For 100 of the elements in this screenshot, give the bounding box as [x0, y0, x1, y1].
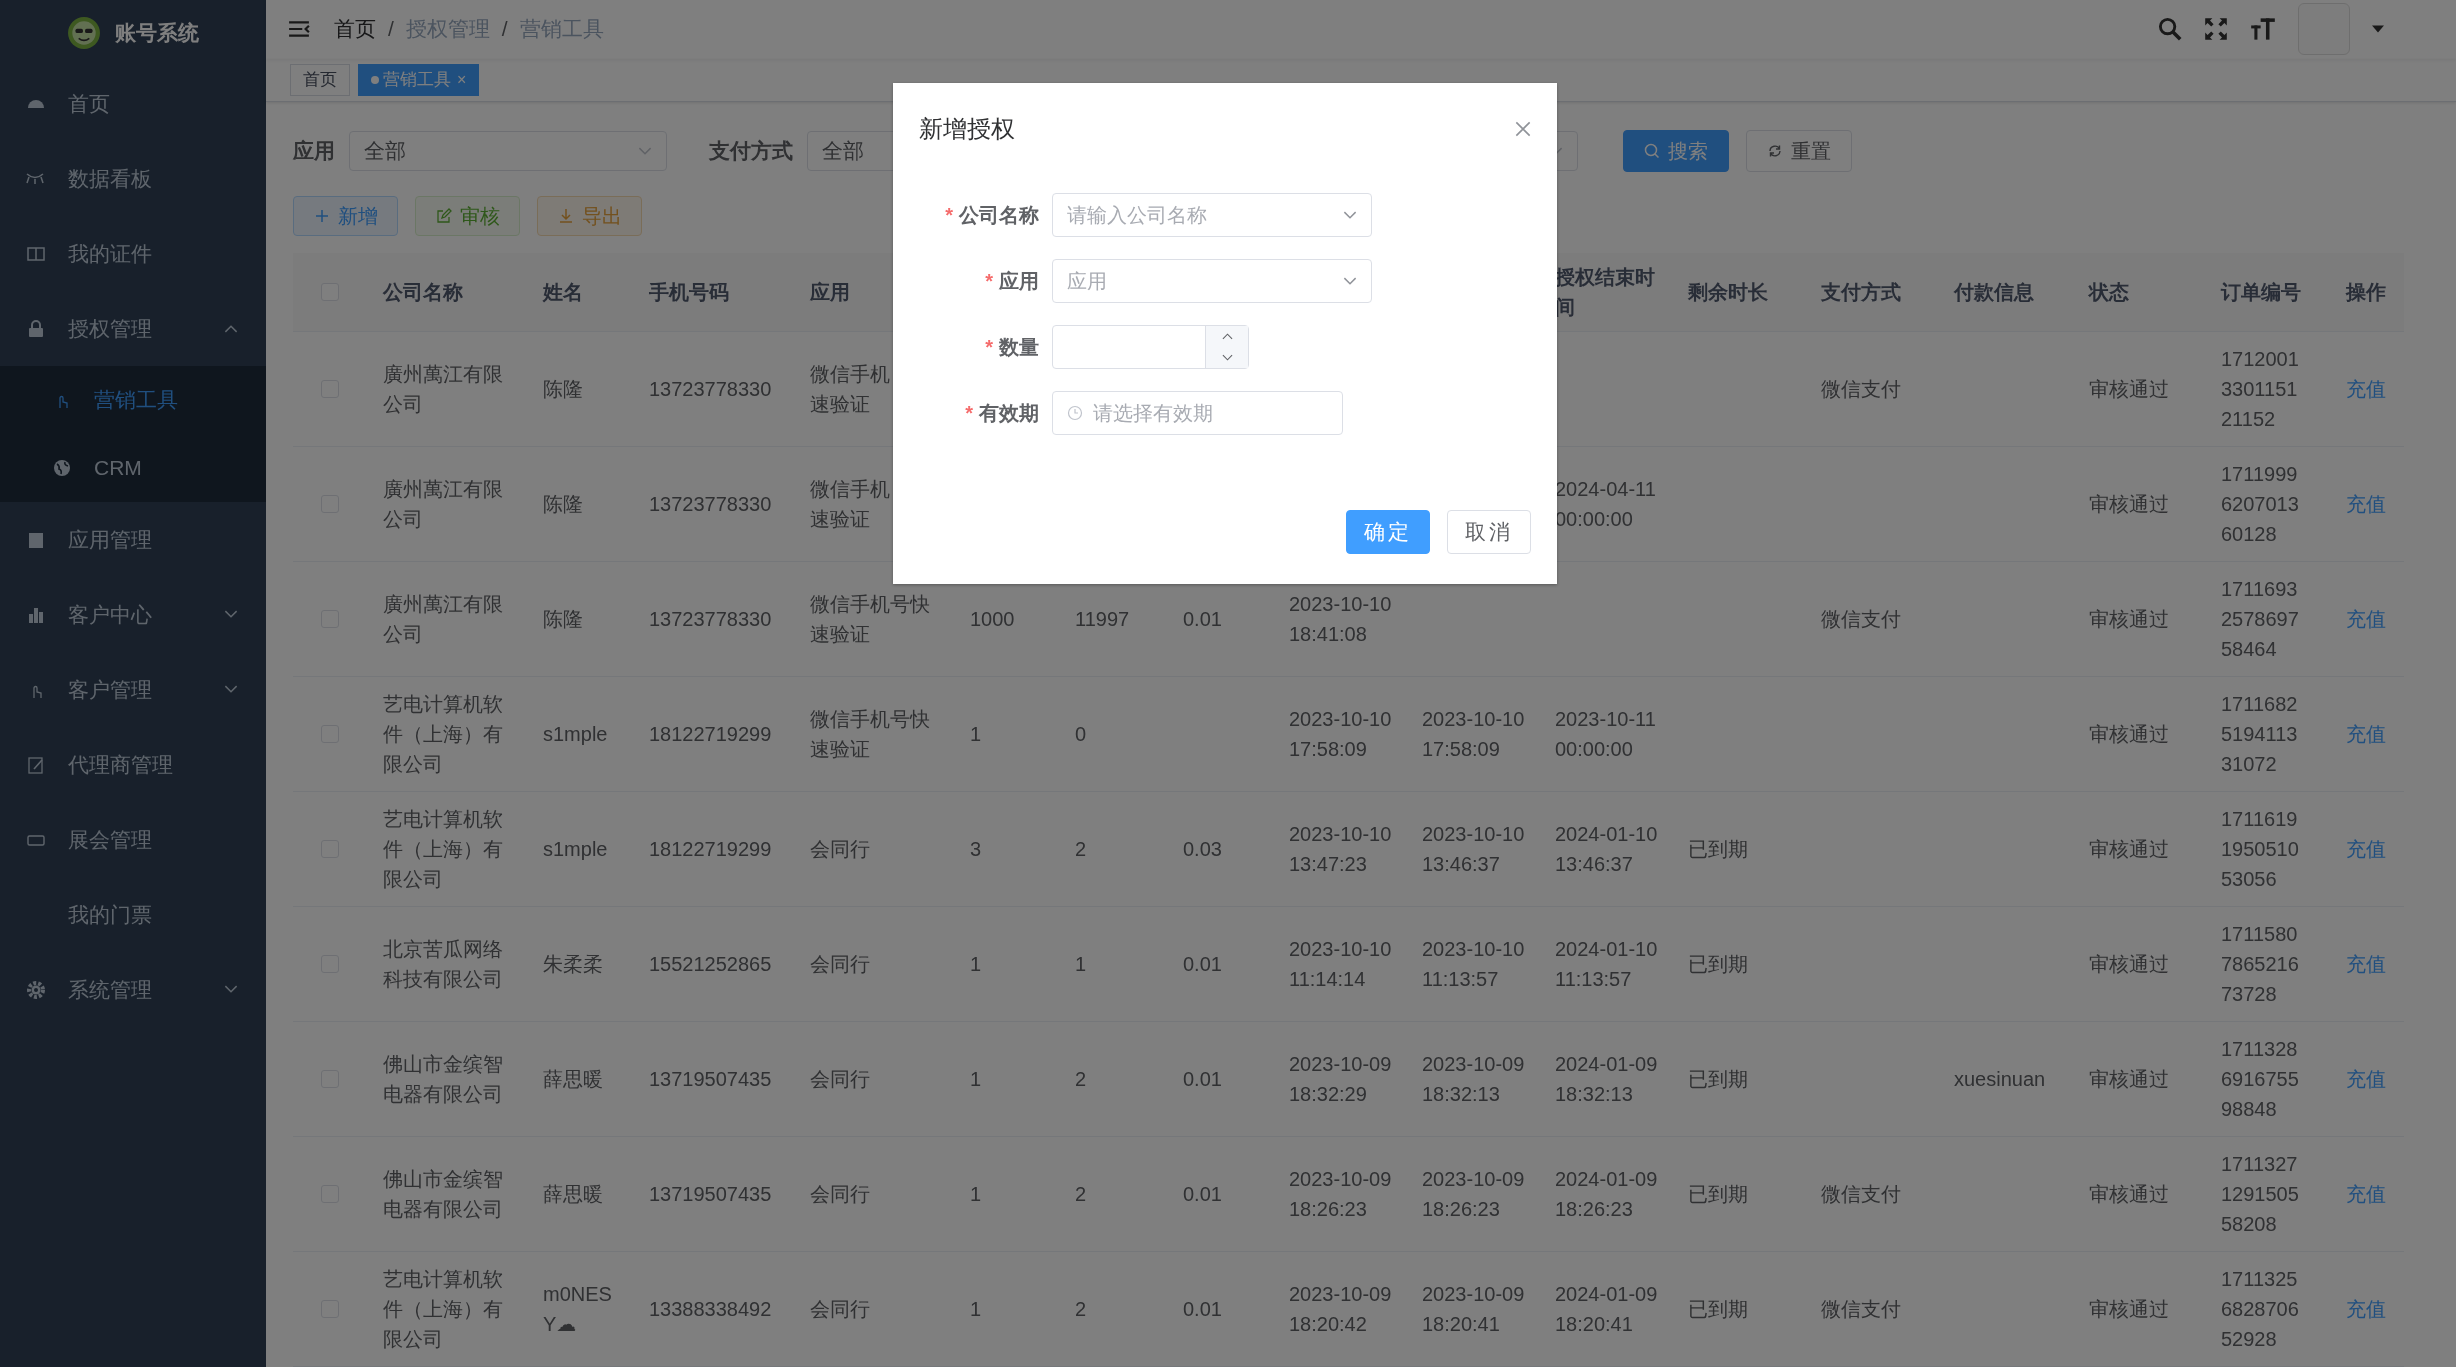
- table-cell-text: 1000: [970, 607, 1015, 632]
- table-cell-text: 廣州萬江有限公司: [383, 592, 504, 647]
- table-cell-text: 会同行: [810, 1182, 870, 1207]
- table-cell-text: 速验证: [810, 507, 870, 532]
- table-cell-text: 1711693257869758464: [2221, 577, 2300, 662]
- toolbar-button[interactable]: 新增: [293, 196, 398, 236]
- sidebar-item[interactable]: 展会管理: [0, 802, 266, 877]
- table-cell-text: 15521252865: [649, 952, 772, 977]
- table-cell-text: 审核通过: [2089, 952, 2169, 977]
- table-cell-text: 已到期: [1688, 1182, 1748, 1207]
- filter-select[interactable]: 全部: [349, 131, 667, 171]
- sidebar-item[interactable]: 客户中心: [0, 577, 266, 652]
- table-cell-text: 2023-10-09 18:20:41: [1422, 1282, 1525, 1337]
- menu-icon[interactable]: [288, 20, 310, 39]
- sidebar-item[interactable]: 授权管理: [0, 291, 266, 366]
- table-cell-text: 2023-10-10 11:13:57: [1422, 937, 1525, 992]
- table-cell-text: 已到期: [1688, 837, 1748, 862]
- menu-icon: [26, 172, 44, 185]
- dialog-title: 新增授权: [919, 114, 1015, 144]
- sidebar-item[interactable]: 代理商管理: [0, 727, 266, 802]
- table-cell-text: 2023-10-09 18:26:23: [1289, 1167, 1392, 1222]
- tag-tab[interactable]: 首页: [290, 64, 350, 96]
- table-cell-text: 薛思暖: [543, 1182, 603, 1207]
- sidebar-item[interactable]: 首页: [0, 66, 266, 141]
- table-cell-text: 微信支付: [1821, 1182, 1901, 1207]
- number-input[interactable]: [1052, 325, 1249, 369]
- table-cell-text: 2024-01-09 18:26:23: [1555, 1167, 1658, 1222]
- table-cell-text: 审核通过: [2089, 607, 2169, 632]
- recharge-link[interactable]: 充值: [2346, 374, 2386, 404]
- recharge-link[interactable]: 充值: [2346, 489, 2386, 519]
- table-cell-text: 2: [1075, 1297, 1087, 1322]
- search-icon[interactable]: [2158, 17, 2182, 42]
- select-field[interactable]: 应用: [1052, 259, 1372, 303]
- table-cell-text: 微信支付: [1821, 607, 1901, 632]
- table-cell-text: 2: [1075, 1067, 1087, 1092]
- recharge-link[interactable]: 充值: [2346, 1064, 2386, 1094]
- column-header: 剩余时长: [1688, 280, 1768, 305]
- font-size-icon[interactable]: [2250, 17, 2276, 42]
- table-cell-text: 佛山市金缤智电器有限公司: [383, 1167, 504, 1222]
- form-label: * 公司名称: [944, 202, 1039, 228]
- table-cell-text: 0.01: [1183, 952, 1222, 977]
- recharge-link[interactable]: 充值: [2346, 1179, 2386, 1209]
- filter-button[interactable]: 重置: [1746, 130, 1852, 172]
- recharge-link[interactable]: 充值: [2346, 1294, 2386, 1324]
- sidebar-item[interactable]: 数据看板: [0, 141, 266, 216]
- table-cell-text: 薛思暖: [543, 1067, 603, 1092]
- select-field[interactable]: 请输入公司名称: [1052, 193, 1372, 237]
- table-cell-text: 2: [1075, 1182, 1087, 1207]
- table-cell-text: 审核通过: [2089, 1297, 2169, 1322]
- table-cell-text: 微信手机: [810, 477, 890, 502]
- menu-icon: [26, 979, 46, 1000]
- table-cell-text: 陈隆: [543, 492, 583, 517]
- table-cell-text: 佛山市金缤智电器有限公司: [383, 1052, 504, 1107]
- table-cell-text: 0.01: [1183, 1297, 1222, 1322]
- table-cell-text: 2023-10-11 00:00:00: [1555, 707, 1657, 762]
- recharge-link[interactable]: 充值: [2346, 834, 2386, 864]
- caret-icon[interactable]: [2372, 25, 2384, 34]
- column-header: 公司名称: [383, 280, 463, 305]
- table-cell-text: 审核通过: [2089, 1067, 2169, 1092]
- recharge-link[interactable]: 充值: [2346, 949, 2386, 979]
- sidebar-item[interactable]: 客户管理: [0, 652, 266, 727]
- tag-tab[interactable]: 营销工具 ×: [358, 64, 480, 96]
- table-cell-text: 2024-01-10 13:46:37: [1555, 822, 1658, 877]
- decrease-icon[interactable]: [1221, 354, 1233, 361]
- column-header: 状态: [2089, 280, 2129, 305]
- close-icon[interactable]: [1515, 121, 1531, 137]
- table-cell-text: 会同行: [810, 1297, 870, 1322]
- table-cell-text: 1: [970, 1067, 982, 1092]
- sidebar-item[interactable]: 我的门票: [0, 877, 266, 952]
- menu-icon: [52, 458, 72, 478]
- table-cell-text: 11997: [1075, 607, 1130, 632]
- date-field[interactable]: 请选择有效期: [1052, 391, 1343, 435]
- table-cell-text: 13723778330: [649, 492, 772, 517]
- sidebar-item[interactable]: 系统管理: [0, 952, 266, 1027]
- toolbar-button[interactable]: 导出: [537, 196, 642, 236]
- sidebar-item[interactable]: 应用管理: [0, 502, 266, 577]
- recharge-link[interactable]: 充值: [2346, 604, 2386, 634]
- sidebar-item[interactable]: CRM: [0, 434, 266, 502]
- filter-button[interactable]: 搜索: [1623, 130, 1729, 172]
- table-cell-text: 速验证: [810, 392, 870, 417]
- table-cell-text: 2024-01-09 18:32:13: [1555, 1052, 1658, 1107]
- breadcrumb-item[interactable]: 首页: [334, 15, 376, 44]
- table-cell-text: 0: [1075, 722, 1087, 747]
- table-cell-text: 2023-10-10 17:58:09: [1289, 707, 1392, 762]
- table-cell-text: 审核通过: [2089, 837, 2169, 862]
- sidebar-item[interactable]: 营销工具: [0, 366, 266, 434]
- table-cell-text: 会同行: [810, 837, 870, 862]
- table-cell-text: 1: [970, 952, 982, 977]
- table-cell-text: 2023-10-09 18:32:13: [1422, 1052, 1525, 1107]
- recharge-link[interactable]: 充值: [2346, 719, 2386, 749]
- dialog-button[interactable]: 确定: [1346, 510, 1430, 554]
- sidebar-item[interactable]: 我的证件: [0, 216, 266, 291]
- increase-icon[interactable]: [1221, 333, 1233, 340]
- table-cell-text: 微信支付: [1821, 377, 1901, 402]
- table-cell-text: 13723778330: [649, 607, 772, 632]
- table-cell-text: 陈隆: [543, 377, 583, 402]
- fullscreen-icon[interactable]: [2204, 17, 2228, 42]
- table-cell-text: 艺电计算机软件（上海）有限公司: [383, 1267, 504, 1352]
- table-cell-text: 审核通过: [2089, 1182, 2169, 1207]
- dialog-button[interactable]: 取消: [1447, 510, 1531, 554]
